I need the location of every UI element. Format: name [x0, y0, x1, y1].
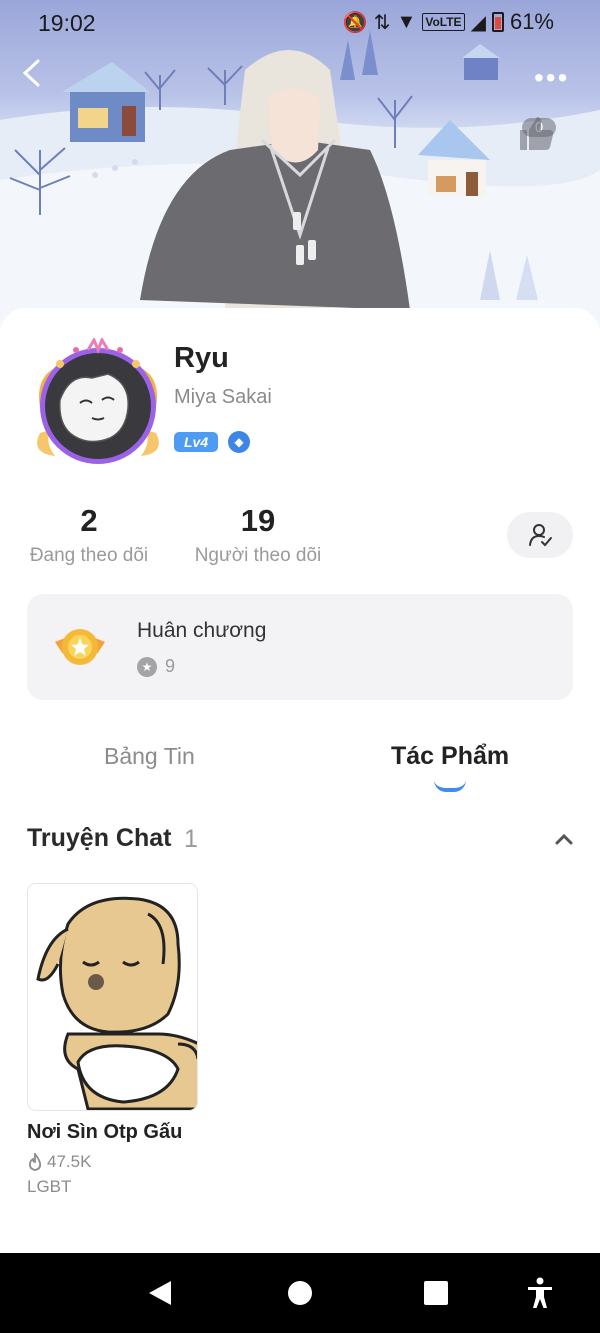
- square-recents-icon: [424, 1281, 448, 1305]
- followers-stat[interactable]: 19 Người theo dõi: [190, 503, 326, 567]
- profile-card: Ryu Miya Sakai Lv4 ◆ 2 Đang theo dõi 19 …: [0, 308, 600, 1253]
- story-views: 47.5K: [27, 1152, 91, 1172]
- circle-home-icon: [288, 1281, 312, 1305]
- medals-title: Huân chương: [137, 619, 267, 642]
- following-stat[interactable]: 2 Đang theo dõi: [26, 503, 152, 567]
- profile-cover-image: 19:02 🔕 ⇅ ▼ VoLTE ◢ 61% ••• 0: [0, 0, 600, 340]
- avatar[interactable]: [30, 336, 166, 468]
- volte-label: VoLTE: [422, 13, 465, 31]
- medals-panel[interactable]: Huân chương ★ 9: [27, 594, 573, 700]
- wifi-icon: ▼: [396, 10, 417, 33]
- winter-scene-illustration: [0, 30, 600, 340]
- like-button[interactable]: 0: [516, 114, 562, 150]
- following-label: Đang theo dõi: [29, 545, 149, 566]
- section-title: Truyện Chat: [27, 824, 172, 852]
- status-icons: 🔕 ⇅ ▼ VoLTE ◢ 61%: [343, 9, 554, 35]
- status-bar: 19:02 🔕 ⇅ ▼ VoLTE ◢ 61%: [0, 0, 600, 46]
- dog-illustration: [28, 884, 197, 1110]
- tab-works[interactable]: Tác Phẩm: [391, 742, 509, 771]
- battery-percentage: 61%: [509, 9, 554, 34]
- flame-icon: [28, 1153, 42, 1171]
- avatar-frame-illustration: [37, 336, 159, 464]
- nav-back-button[interactable]: [142, 1275, 178, 1311]
- story-tag: LGBT: [27, 1177, 72, 1196]
- level-badge: Lv4: [174, 432, 219, 452]
- nav-home-button[interactable]: [282, 1275, 318, 1311]
- system-navigation-bar: [0, 1253, 600, 1333]
- back-button[interactable]: [20, 58, 60, 102]
- notifications-off-icon: 🔕: [342, 11, 368, 34]
- following-count: 2: [80, 503, 98, 538]
- medal-icon: [55, 629, 105, 665]
- followers-label: Người theo dõi: [194, 545, 322, 566]
- medals-count: 9: [165, 656, 176, 676]
- battery-icon: [491, 12, 504, 32]
- active-tab-indicator: [434, 780, 466, 792]
- story-views-count: 47.5K: [47, 1152, 92, 1171]
- collapse-section-button[interactable]: [553, 828, 575, 850]
- thumbs-up-icon: [520, 117, 554, 150]
- story-cover[interactable]: [27, 883, 198, 1111]
- user-check-icon: [529, 524, 552, 547]
- display-name: Ryu: [174, 342, 229, 374]
- medals-count-row: ★ 9: [137, 656, 175, 677]
- follow-button[interactable]: [507, 512, 573, 558]
- diamond-badge-icon: ◆: [228, 431, 250, 453]
- status-time: 19:02: [38, 10, 96, 36]
- accessibility-button[interactable]: [522, 1275, 558, 1311]
- followers-count: 19: [240, 503, 276, 538]
- story-title[interactable]: Nơi Sìn Otp Gấu: [27, 1121, 182, 1144]
- chevron-left-icon: [22, 59, 40, 87]
- tab-feed[interactable]: Bảng Tin: [104, 743, 195, 770]
- chevron-up-icon: [555, 833, 573, 845]
- triangle-back-icon: [149, 1281, 171, 1305]
- more-dots-icon: •••: [534, 62, 570, 93]
- accessibility-icon: [528, 1277, 552, 1308]
- nav-recents-button[interactable]: [418, 1275, 454, 1311]
- section-count: 1: [184, 825, 198, 853]
- data-transfer-icon: ⇅: [373, 11, 391, 34]
- username: Miya Sakai: [174, 386, 272, 408]
- signal-icon: ◢: [470, 11, 486, 34]
- more-options-button[interactable]: •••: [534, 62, 574, 93]
- star-icon: ★: [137, 656, 157, 677]
